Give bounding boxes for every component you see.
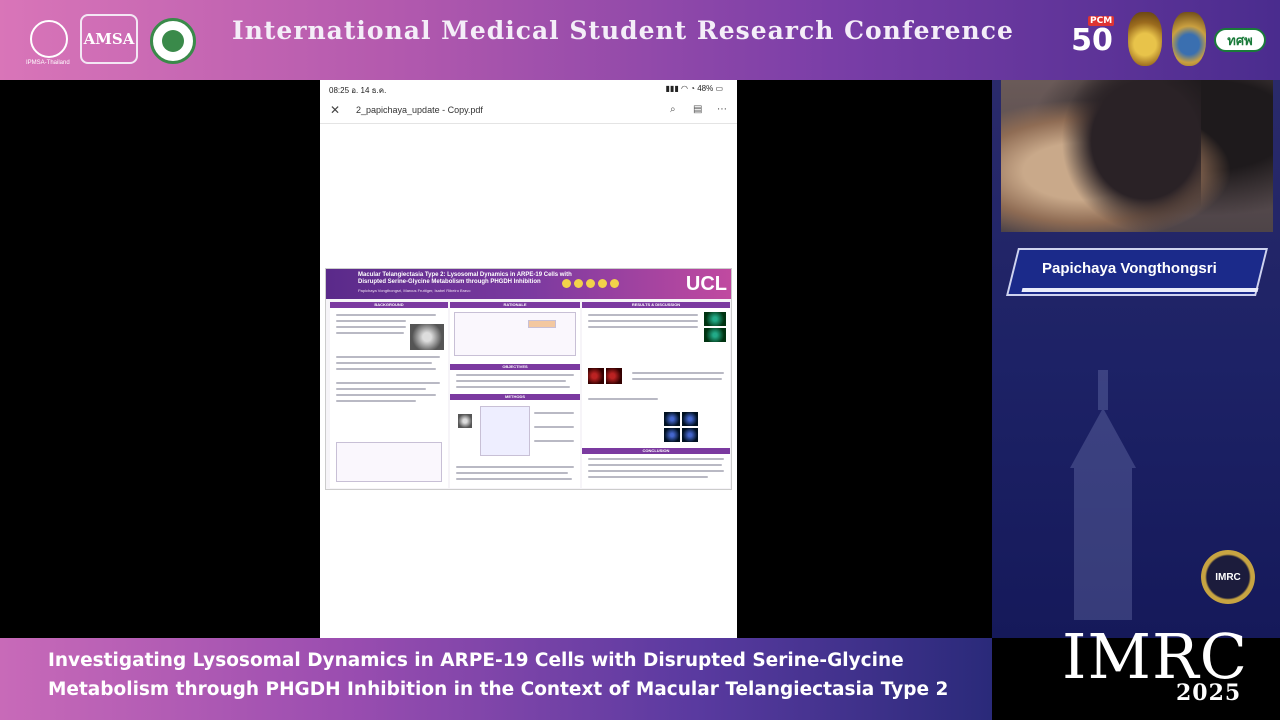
poster-header: Macular Telangiectasia Type 2: Lysosomal… (326, 269, 731, 299)
speaker-camera-feed (1001, 80, 1273, 232)
shared-pdf-screen: 08:25 อ. 14 ธ.ค. ▮▮▮ ◠ ◔ 48% ▭ ✕ 2_papic… (320, 80, 737, 638)
pcm-label: PCM (1088, 16, 1115, 26)
poster-section-objectives: OBJECTIVES (450, 364, 580, 370)
status-indicators: ▮▮▮ ◠ ◔ 48% ▭ (665, 84, 723, 93)
poster-column-background: BACKGROUND (330, 302, 448, 488)
presentation-title-caption: Investigating Lysosomal Dynamics in ARPE… (48, 646, 978, 704)
ipmsa-logo (30, 20, 68, 58)
close-icon[interactable]: ✕ (330, 103, 340, 117)
mobile-status-bar: 08:25 อ. 14 ธ.ค. ▮▮▮ ◠ ◔ 48% ▭ (320, 80, 737, 96)
presentation-caption-bar: Investigating Lysosomal Dynamics in ARPE… (0, 638, 992, 720)
poster-authors: Papichaya Vongthongsri, Marcus Fruttiger… (358, 288, 471, 293)
pdf-viewer-toolbar: ✕ 2_papichaya_update - Copy.pdf ⌕ ▤ ⋯ (320, 98, 737, 124)
poster-section-results: RESULTS & DISCUSSION (582, 302, 730, 308)
poster-section-methods: METHODS (450, 394, 580, 400)
poster-column-results: RESULTS & DISCUSSION CONCLUSION (582, 302, 730, 488)
ttmk-logo: ทศพ (1214, 28, 1266, 52)
ipmsa-logo-label: IPMSA-Thailand (26, 60, 70, 66)
more-options-icon[interactable]: ⋯ (717, 104, 727, 115)
search-document-icon[interactable]: ⌕ (670, 104, 676, 115)
amsa-logo: AMSA (80, 14, 138, 64)
pcm-50-number: 50 (1071, 22, 1113, 58)
royal-crest-icon (1128, 12, 1162, 66)
research-poster: Macular Telangiectasia Type 2: Lysosomal… (325, 268, 732, 490)
imrc-year: 2025 (1176, 680, 1242, 706)
caption-line-2: Metabolism through PHGDH Inhibition in t… (48, 679, 949, 700)
ucl-logo: UCL (685, 273, 727, 295)
caption-line-1: Investigating Lysosomal Dynamics in ARPE… (48, 650, 904, 671)
imrc-badge-logo: IMRC (1201, 550, 1255, 604)
poster-section-conclusion: CONCLUSION (582, 448, 730, 454)
poster-logos (562, 279, 622, 289)
conference-title: International Medical Student Research C… (232, 16, 1014, 45)
poster-title: Macular Telangiectasia Type 2: Lysosomal… (358, 272, 572, 285)
conference-header: IPMSA-Thailand AMSA International Medica… (0, 0, 1280, 80)
annotate-icon[interactable]: ▤ (693, 104, 702, 115)
university-seal-logo (150, 18, 196, 64)
speaker-name-banner: Papichaya Vongthongsri (1004, 246, 1274, 298)
speaker-name: Papichaya Vongthongsri (1042, 260, 1217, 277)
status-time: 08:25 อ. 14 ธ.ค. (329, 86, 387, 95)
faculty-crest-icon (1172, 12, 1206, 66)
university-tower-watermark (1050, 370, 1160, 620)
poster-column-rationale: RATIONALE OBJECTIVES METHODS (450, 302, 580, 488)
poster-section-background: BACKGROUND (330, 302, 448, 308)
poster-section-rationale: RATIONALE (450, 302, 580, 308)
pdf-file-name: 2_papichaya_update - Copy.pdf (356, 105, 483, 115)
imrc-badge-text: IMRC (1215, 571, 1241, 583)
pcm-50-logo: 50 PCM (1062, 14, 1122, 66)
